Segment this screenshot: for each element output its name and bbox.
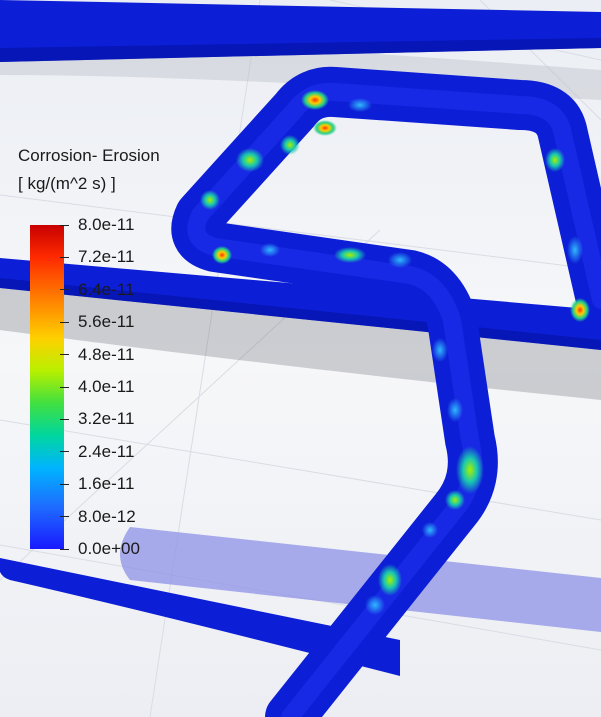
colorbar-ticks: 8.0e-11 7.2e-11 6.4e-11 5.6e-11 4.8e-11 4.0e-… <box>60 215 220 558</box>
colorbar-tick: 6.4e-11 <box>60 280 134 300</box>
colorbar-tick-mark <box>60 548 69 550</box>
colorbar-tick-label: 7.2e-11 <box>78 247 135 267</box>
colorbar-tick-mark <box>60 289 69 291</box>
colorbar-tick-mark <box>60 354 69 356</box>
colorbar-tick-mark <box>60 386 69 388</box>
colorbar-tick-label: 5.6e-11 <box>78 312 135 332</box>
colorbar-tick-mark <box>60 516 69 518</box>
colorbar-tick: 2.4e-11 <box>60 442 134 462</box>
colorbar-tick-label: 8.0e-12 <box>78 506 136 526</box>
colorbar-tick-label: 3.2e-11 <box>78 409 135 429</box>
colorbar-tick: 5.6e-11 <box>60 312 134 332</box>
colorbar-tick-mark <box>60 418 69 420</box>
colorbar-tick-label: 0.0e+00 <box>78 539 140 558</box>
colorbar-tick-mark <box>60 483 69 485</box>
colorbar-tick-label: 1.6e-11 <box>78 474 135 494</box>
colorbar-tick: 8.0e-12 <box>60 507 136 527</box>
colorbar-tick-mark <box>60 224 69 226</box>
colorbar-legend: Corrosion- Erosion [ kg/(m^2 s) ] 8.0e-1… <box>18 146 218 566</box>
colorbar-tick-mark <box>60 451 69 453</box>
colorbar-tick-label: 4.0e-11 <box>78 377 135 396</box>
colorbar-tick-label: 2.4e-11 <box>78 441 135 461</box>
colorbar-tick: 7.2e-11 <box>60 247 134 267</box>
colorbar-tick-mark <box>60 256 69 258</box>
colorbar-tick: 0.0e+00 <box>60 539 140 559</box>
colorbar-tick-label: 8.0e-11 <box>78 215 135 234</box>
legend-title: Corrosion- Erosion <box>18 146 160 165</box>
colorbar-tick-label: 4.8e-11 <box>78 344 135 364</box>
colorbar-tick-label: 6.4e-11 <box>78 279 135 299</box>
colorbar-tick: 4.8e-11 <box>60 345 134 365</box>
colorbar-tick-mark <box>60 321 69 323</box>
colorbar-tick: 3.2e-11 <box>60 409 134 429</box>
colorbar <box>30 225 64 549</box>
colorbar-tick: 8.0e-11 <box>60 215 134 235</box>
colorbar-tick: 4.0e-11 <box>60 377 134 397</box>
colorbar-tick: 1.6e-11 <box>60 474 134 494</box>
legend-units: [ kg/(m^2 s) ] <box>18 174 116 193</box>
